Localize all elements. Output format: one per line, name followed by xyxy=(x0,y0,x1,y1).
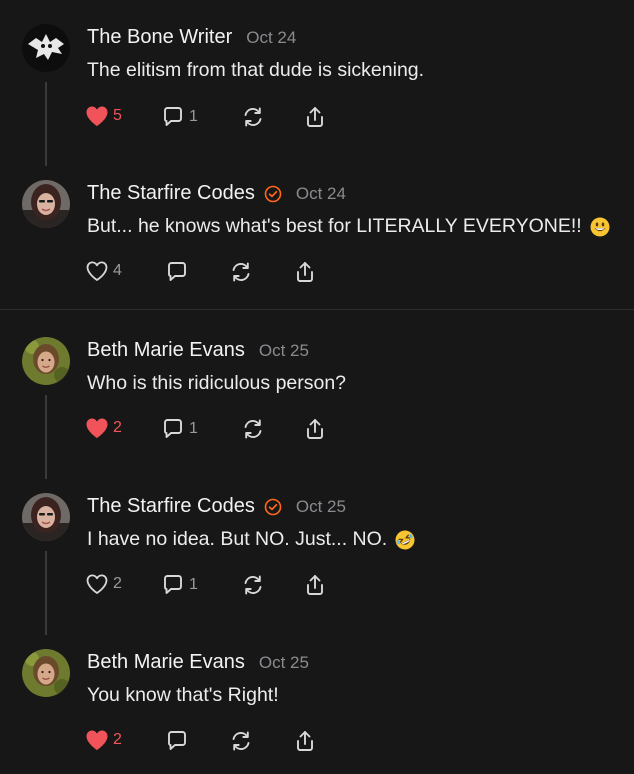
author-name[interactable]: Beth Marie Evans xyxy=(87,651,245,674)
restack-button[interactable] xyxy=(241,417,265,441)
heart-outline-icon xyxy=(86,574,108,594)
share-button[interactable] xyxy=(293,260,317,284)
comment-date[interactable]: Oct 25 xyxy=(259,341,309,361)
comment-text: Who is this ridiculous person? xyxy=(87,372,346,395)
comment-bubble-icon xyxy=(164,575,182,594)
reply-count: 1 xyxy=(189,576,198,593)
reply-button[interactable]: 1 xyxy=(161,105,198,129)
restack-icon xyxy=(244,575,262,595)
verified-badge-icon xyxy=(264,185,282,203)
rofl-emoji-icon xyxy=(395,530,415,550)
share-button[interactable] xyxy=(303,105,327,129)
share-icon xyxy=(297,731,313,751)
reply-count: 1 xyxy=(189,420,198,437)
comment-body: You know that's Right! xyxy=(87,684,279,706)
comment-header: Beth Marie Evans Oct 25 xyxy=(87,339,309,362)
comment-bubble-icon xyxy=(168,262,186,281)
restack-icon xyxy=(232,262,250,282)
reply-button[interactable] xyxy=(165,260,189,284)
beth-avatar-icon xyxy=(22,337,70,385)
heart-filled-icon xyxy=(86,730,108,750)
comment-bubble-icon xyxy=(164,107,182,126)
comment-body: I have no idea. But NO. Just... NO. xyxy=(87,528,388,550)
avatar[interactable] xyxy=(22,493,70,541)
comment-body: The elitism from that dude is sickening. xyxy=(87,59,425,81)
author-name[interactable]: Beth Marie Evans xyxy=(87,339,245,362)
thread-line xyxy=(45,82,47,166)
thread-line xyxy=(45,395,47,479)
comment-text: The elitism from that dude is sickening. xyxy=(87,59,424,82)
share-icon xyxy=(307,419,323,439)
like-count: 5 xyxy=(113,107,122,124)
like-count: 2 xyxy=(113,575,122,592)
restack-button[interactable] xyxy=(229,260,253,284)
comment-header: The Starfire Codes Oct 24 xyxy=(87,182,346,205)
like-button[interactable]: 2 xyxy=(85,729,122,751)
like-count: 2 xyxy=(113,419,122,436)
comment-date[interactable]: Oct 25 xyxy=(259,653,309,673)
reply-button[interactable] xyxy=(165,729,189,753)
thread-line xyxy=(45,551,47,635)
like-count: 2 xyxy=(113,731,122,748)
like-button[interactable]: 2 xyxy=(85,417,122,439)
comment-bubble-icon xyxy=(168,731,186,750)
heart-filled-icon xyxy=(86,106,108,126)
comment-header: Beth Marie Evans Oct 25 xyxy=(87,651,309,674)
share-button[interactable] xyxy=(293,729,317,753)
like-button[interactable]: 2 xyxy=(85,573,122,595)
like-button[interactable]: 4 xyxy=(85,260,122,282)
like-count: 4 xyxy=(113,262,122,279)
comment-body: Who is this ridiculous person? xyxy=(87,372,347,394)
avatar[interactable] xyxy=(22,337,70,385)
avatar[interactable] xyxy=(22,24,70,72)
comment-date[interactable]: Oct 24 xyxy=(246,28,296,48)
comment-date[interactable]: Oct 24 xyxy=(296,184,346,204)
comment-text: But... he knows what's best for LITERALL… xyxy=(87,215,610,238)
avatar[interactable] xyxy=(22,649,70,697)
share-icon xyxy=(307,575,323,595)
share-icon xyxy=(307,107,323,127)
comment-bubble-icon xyxy=(164,419,182,438)
share-icon xyxy=(297,262,313,282)
thread-divider xyxy=(0,309,634,310)
author-name[interactable]: The Starfire Codes xyxy=(87,495,255,518)
restack-icon xyxy=(244,107,262,127)
share-button[interactable] xyxy=(303,573,327,597)
bone-writer-avatar-icon xyxy=(22,24,70,72)
starfire-avatar-icon xyxy=(22,493,70,541)
restack-button[interactable] xyxy=(241,573,265,597)
comment-header: The Bone Writer Oct 24 xyxy=(87,26,296,49)
reply-button[interactable]: 1 xyxy=(161,573,198,597)
starfire-avatar-icon xyxy=(22,180,70,228)
heart-filled-icon xyxy=(86,418,108,438)
heart-outline-icon xyxy=(86,261,108,281)
avatar[interactable] xyxy=(22,180,70,228)
restack-button[interactable] xyxy=(241,105,265,129)
comment-text: You know that's Right! xyxy=(87,684,279,707)
comment-header: The Starfire Codes Oct 25 xyxy=(87,495,346,518)
comment-body: But... he knows what's best for LITERALL… xyxy=(87,215,582,237)
author-name[interactable]: The Bone Writer xyxy=(87,26,232,49)
restack-icon xyxy=(232,731,250,751)
grinning-face-emoji-icon xyxy=(590,217,610,237)
comment-text: I have no idea. But NO. Just... NO. xyxy=(87,528,415,551)
comment-date[interactable]: Oct 25 xyxy=(296,497,346,517)
author-name[interactable]: The Starfire Codes xyxy=(87,182,255,205)
restack-button[interactable] xyxy=(229,729,253,753)
share-button[interactable] xyxy=(303,417,327,441)
verified-badge-icon xyxy=(264,498,282,516)
reply-count: 1 xyxy=(189,108,198,125)
restack-icon xyxy=(244,419,262,439)
like-button[interactable]: 5 xyxy=(85,105,122,127)
reply-button[interactable]: 1 xyxy=(161,417,198,441)
beth-avatar-icon xyxy=(22,649,70,697)
